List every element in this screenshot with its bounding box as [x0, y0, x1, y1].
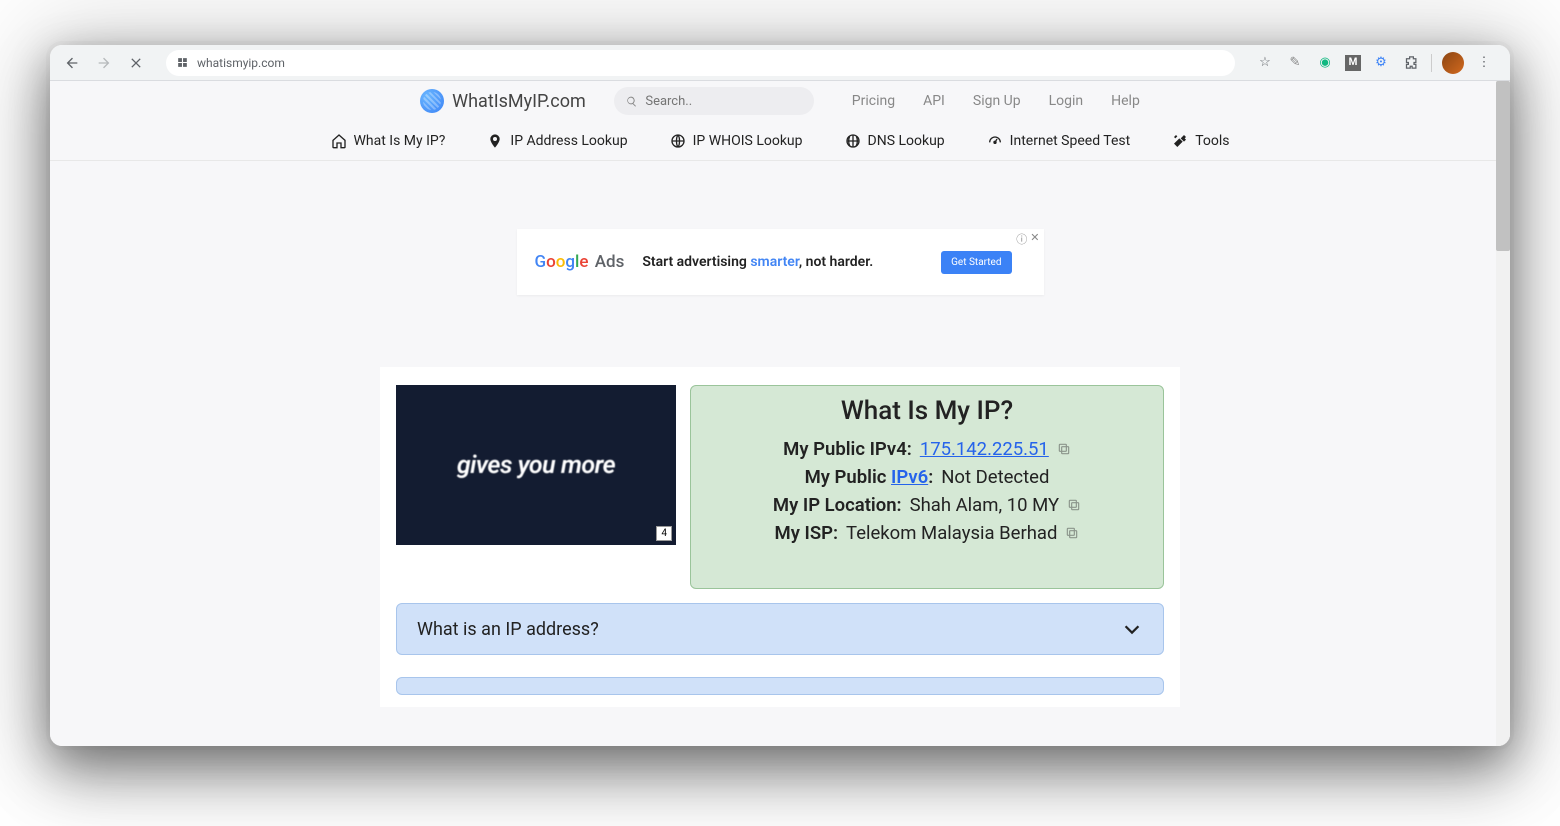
scrollbar[interactable] [1496, 81, 1510, 746]
scrollbar-thumb[interactable] [1496, 81, 1510, 251]
edit-icon[interactable]: ✎ [1285, 53, 1305, 73]
link-login[interactable]: Login [1049, 93, 1084, 109]
link-signup[interactable]: Sign Up [973, 93, 1021, 109]
tools-icon [1172, 133, 1188, 149]
top-links: Pricing API Sign Up Login Help [852, 93, 1140, 109]
nav-label: Internet Speed Test [1010, 133, 1131, 149]
extensions-icon[interactable] [1401, 53, 1421, 73]
accordion-label: What is an IP address? [417, 619, 599, 640]
main-nav: What Is My IP? IP Address Lookup IP WHOI… [50, 121, 1510, 161]
ip-row-location: My IP Location: Shah Alam, 10 MY [705, 494, 1149, 516]
content-area: ⓘ✕ Google Ads Start advertising smarter,… [50, 161, 1510, 707]
nav-dns-lookup[interactable]: DNS Lookup [845, 133, 945, 149]
ext-icon-3[interactable]: ⚙ [1371, 53, 1391, 73]
copy-icon[interactable] [1057, 442, 1071, 456]
link-help[interactable]: Help [1111, 93, 1140, 109]
profile-avatar[interactable] [1442, 52, 1464, 74]
brand[interactable]: WhatIsMyIP.com [420, 89, 586, 113]
grid-globe-icon [845, 133, 861, 149]
forward-button[interactable] [92, 51, 116, 75]
address-bar[interactable]: whatismyip.com [166, 50, 1235, 76]
menu-icon[interactable]: ⋮ [1474, 53, 1494, 73]
nav-label: IP Address Lookup [510, 133, 627, 149]
ipv6-value: Not Detected [941, 466, 1049, 488]
globe-icon [670, 133, 686, 149]
ip-label: My ISP: [775, 522, 839, 544]
ad-info-icon[interactable]: ⓘ [1016, 231, 1027, 247]
video-ad-text: gives you more [457, 451, 615, 480]
ipv6-label-link[interactable]: IPv6 [891, 466, 928, 488]
ad-banner[interactable]: ⓘ✕ Google Ads Start advertising smarter,… [517, 229, 1044, 295]
chevron-down-icon [1121, 618, 1143, 640]
nav-whois-lookup[interactable]: IP WHOIS Lookup [670, 133, 803, 149]
accordion-what-is-ip[interactable]: What is an IP address? [396, 603, 1164, 655]
link-pricing[interactable]: Pricing [852, 93, 895, 109]
brand-text: WhatIsMyIP.com [452, 91, 586, 112]
location-value: Shah Alam, 10 MY [910, 494, 1060, 516]
ip-row-ipv4: My Public IPv4: 175.142.225.51 [705, 438, 1149, 460]
search-input[interactable] [645, 94, 801, 109]
speed-icon [987, 133, 1003, 149]
back-button[interactable] [60, 51, 84, 75]
nav-tools[interactable]: Tools [1172, 133, 1229, 149]
video-ad[interactable]: gives you more 4 [396, 385, 676, 545]
nav-label: IP WHOIS Lookup [693, 133, 803, 149]
nav-label: What Is My IP? [354, 133, 446, 149]
stop-button[interactable] [124, 51, 148, 75]
site-header: WhatIsMyIP.com Pricing API Sign Up Login… [50, 81, 1510, 121]
video-ad-countdown: 4 [656, 526, 672, 541]
brand-logo-icon [420, 89, 444, 113]
browser-toolbar: whatismyip.com ☆ ✎ ◉ M ⚙ ⋮ [50, 45, 1510, 81]
main-panel: gives you more 4 What Is My IP? My Publi… [380, 367, 1180, 707]
site-settings-icon [176, 56, 189, 69]
ad-close[interactable]: ⓘ✕ [1016, 231, 1039, 247]
link-api[interactable]: API [923, 93, 945, 109]
google-ads-logo: Google Ads [535, 252, 625, 272]
ext-icon-2[interactable]: M [1345, 55, 1361, 71]
pin-icon [487, 133, 503, 149]
ip-panel-title: What Is My IP? [705, 396, 1149, 426]
ip-row-isp: My ISP: Telekom Malaysia Berhad [705, 522, 1149, 544]
search-box[interactable] [614, 87, 814, 115]
copy-icon[interactable] [1067, 498, 1081, 512]
ip-label: My IP Location: [773, 494, 902, 516]
nav-speed-test[interactable]: Internet Speed Test [987, 133, 1131, 149]
nav-label: Tools [1195, 133, 1229, 149]
home-icon [331, 133, 347, 149]
nav-what-is-my-ip[interactable]: What Is My IP? [331, 133, 446, 149]
browser-actions: ☆ ✎ ◉ M ⚙ ⋮ [1249, 52, 1500, 74]
search-icon [626, 95, 638, 108]
ip-row-ipv6: My Public IPv6: Not Detected [705, 466, 1149, 488]
ip-label: My Public IPv4: [783, 438, 912, 460]
url-text: whatismyip.com [197, 56, 285, 70]
ip-label: My Public IPv6: [805, 466, 934, 488]
star-icon[interactable]: ☆ [1255, 53, 1275, 73]
ext-icon-1[interactable]: ◉ [1315, 53, 1335, 73]
isp-value: Telekom Malaysia Berhad [846, 522, 1057, 544]
nav-ip-lookup[interactable]: IP Address Lookup [487, 133, 627, 149]
page-content: WhatIsMyIP.com Pricing API Sign Up Login… [50, 81, 1510, 746]
nav-label: DNS Lookup [868, 133, 945, 149]
ad-cta-button[interactable]: Get Started [941, 251, 1011, 274]
ipv4-value-link[interactable]: 175.142.225.51 [920, 438, 1049, 460]
ip-info-panel: What Is My IP? My Public IPv4: 175.142.2… [690, 385, 1164, 589]
accordion-item-2[interactable] [396, 677, 1164, 695]
ad-text: Start advertising smarter, not harder. [642, 254, 873, 270]
close-icon[interactable]: ✕ [1030, 231, 1039, 247]
copy-icon[interactable] [1065, 526, 1079, 540]
